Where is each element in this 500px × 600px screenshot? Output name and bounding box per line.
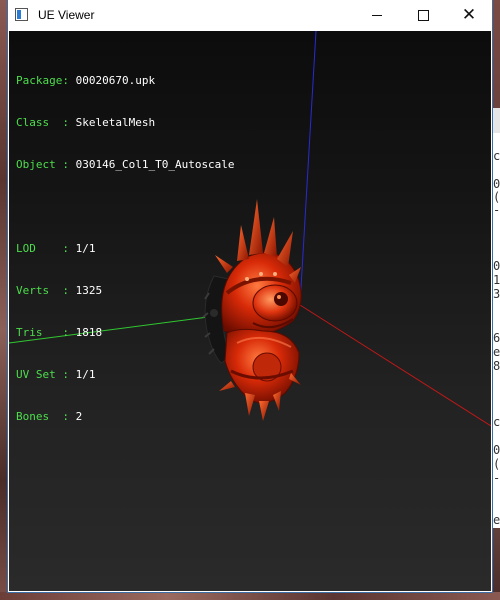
ue-viewer-window: UE Viewer ✕ Package: 00020670.upk Class … [8,0,492,592]
info-row-uvset: UV Set : 1/1 [16,368,235,382]
panel-text-fragment: - [493,203,500,217]
info-label: Package: [16,74,76,87]
background-window-header [492,108,500,133]
info-value: 2 [75,410,83,423]
maximize-button[interactable] [400,0,446,31]
info-row-package: Package: 00020670.upk [16,74,235,88]
minimize-button[interactable] [354,0,400,31]
title-bar[interactable]: UE Viewer ✕ [8,0,492,31]
info-row-bones: Bones : 2 [16,410,235,424]
background-window-panel: c 0 ( - 0 1 3 6 e 8 c 0 ( - e [492,108,500,528]
mesh-info-overlay: Package: 00020670.upk Class : SkeletalMe… [16,46,235,452]
info-label: Object : [16,158,76,171]
panel-text-fragment: 6 [493,331,500,345]
panel-text-fragment: ( [493,457,500,471]
3d-viewport[interactable]: Package: 00020670.upk Class : SkeletalMe… [9,31,491,591]
panel-text-fragment: c [493,149,500,163]
y-axis-line [299,31,317,306]
panel-text-fragment: 1 [493,273,500,287]
info-value: 030146_Col1_T0_Autoscale [75,158,235,171]
maximize-icon [417,10,429,21]
x-axis-line [299,304,491,427]
info-row-object: Object : 030146_Col1_T0_Autoscale [16,158,235,172]
info-value: 00020670.upk [75,74,156,87]
panel-text-fragment: e [493,513,500,527]
desktop-background-bottom [0,592,500,600]
info-label: Verts : [16,284,76,297]
app-window-icon[interactable] [15,8,28,21]
panel-text-fragment: 0 [493,259,500,273]
info-value: 1325 [75,284,103,297]
panel-text-fragment: e [493,345,500,359]
desktop-background-left [0,0,8,600]
info-label: UV Set : [16,368,76,381]
info-value: 1/1 [75,368,96,381]
info-label: LOD : [16,242,76,255]
info-row-tris: Tris : 1818 [16,326,235,340]
close-button[interactable]: ✕ [446,0,492,31]
info-value: 1818 [75,326,103,339]
panel-text-fragment: c [493,415,500,429]
info-label: Class : [16,116,76,129]
panel-text-fragment: - [493,471,500,485]
minimize-icon [372,15,382,16]
close-icon: ✕ [461,5,477,25]
info-label: Tris : [16,326,76,339]
panel-text-fragment: 8 [493,359,500,373]
info-label: Bones : [16,410,76,423]
info-row-verts: Verts : 1325 [16,284,235,298]
panel-text-fragment: 3 [493,287,500,301]
info-row-class: Class : SkeletalMesh [16,116,235,130]
info-value: SkeletalMesh [75,116,156,129]
info-value: 1/1 [75,242,96,255]
panel-text-fragment: 0 [493,443,500,457]
window-title: UE Viewer [38,8,95,22]
info-spacer [16,200,235,214]
info-row-lod: LOD : 1/1 [16,242,235,256]
